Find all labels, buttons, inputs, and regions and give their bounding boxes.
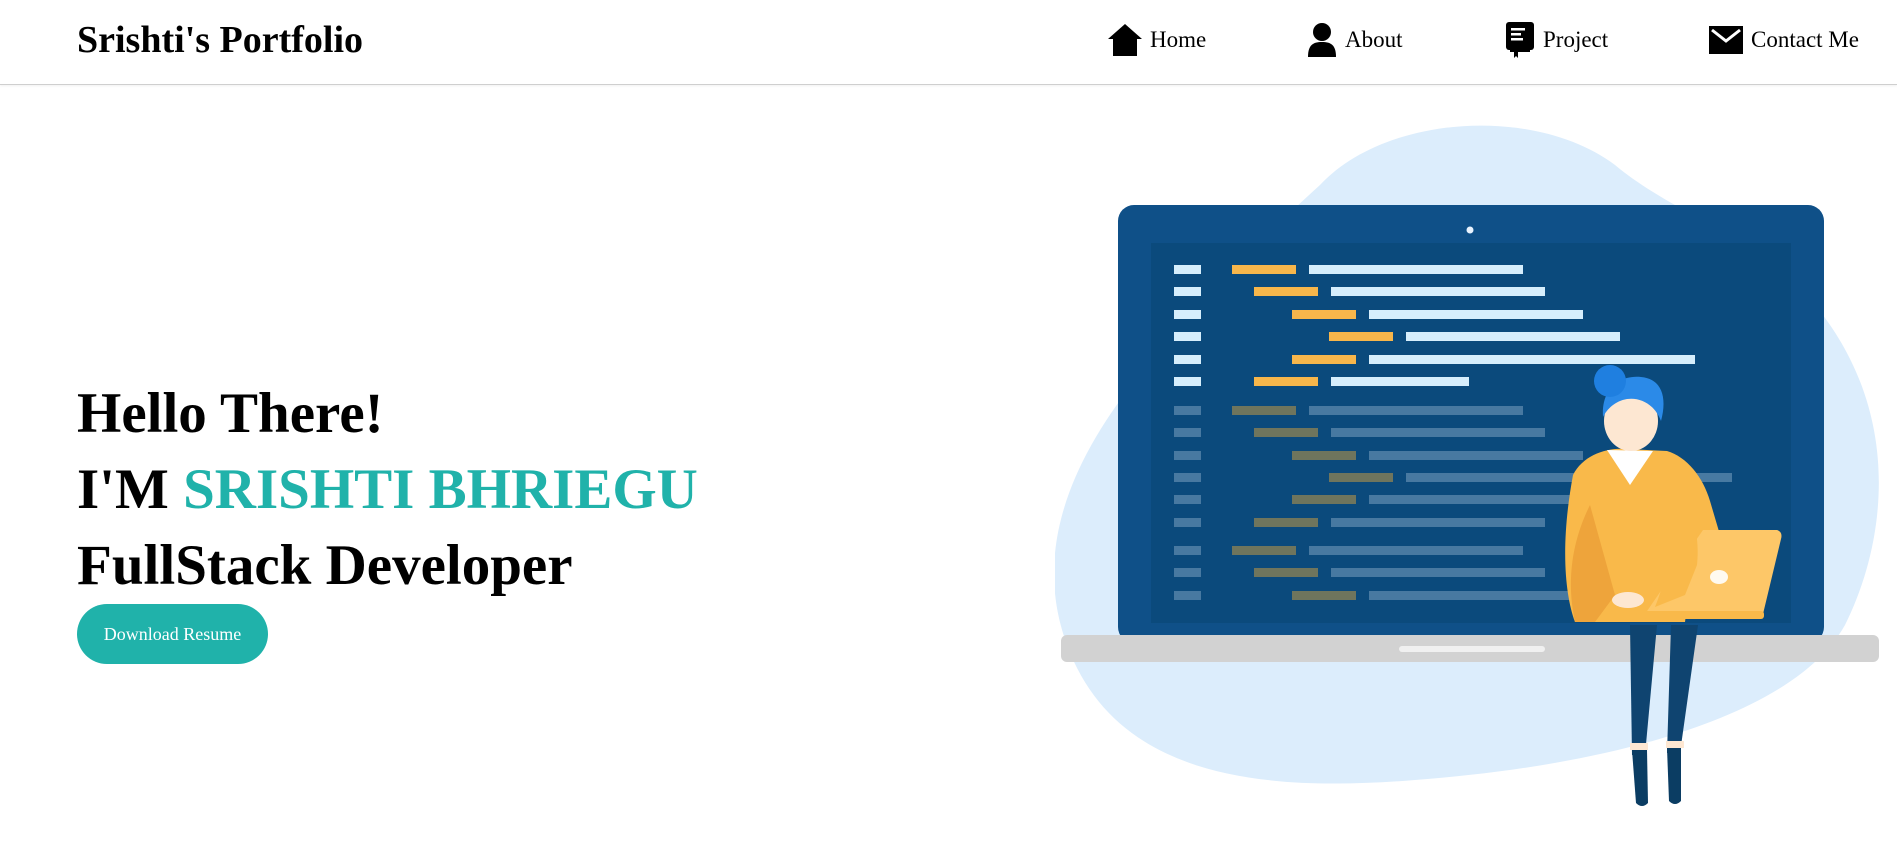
nav-item-project[interactable]: Project bbox=[1505, 22, 1608, 58]
nav-item-about[interactable]: About bbox=[1307, 22, 1403, 58]
hero-intro: I'M SRISHTI BHRIEGU bbox=[77, 452, 698, 528]
hero-greeting: Hello There! bbox=[77, 382, 384, 445]
home-icon bbox=[1108, 24, 1142, 56]
hero-name: SRISHTI BHRIEGU bbox=[183, 458, 698, 521]
hair-bun bbox=[1594, 365, 1626, 397]
user-icon bbox=[1307, 23, 1337, 57]
hero-intro-prefix: I'M bbox=[77, 458, 169, 521]
nav-label-about: About bbox=[1345, 27, 1403, 52]
developer-illustration bbox=[1054, 125, 1885, 815]
illustration-svg bbox=[1054, 125, 1879, 806]
nav-item-contact[interactable]: Contact Me bbox=[1709, 22, 1859, 58]
hero-role: FullStack Developer bbox=[77, 534, 573, 597]
download-resume-button[interactable]: Download Resume bbox=[77, 604, 268, 664]
brand-title[interactable]: Srishti's Portfolio bbox=[77, 18, 363, 62]
navbar: Srishti's Portfolio Home About Project C… bbox=[0, 0, 1897, 85]
nav-label-contact: Contact Me bbox=[1751, 27, 1859, 52]
nav-label-project: Project bbox=[1543, 27, 1609, 52]
book-icon bbox=[1505, 22, 1535, 58]
hero-section: Hello There! I'M SRISHTI BHRIEGU FullSta… bbox=[77, 376, 698, 604]
laptop-base-notch bbox=[1399, 646, 1545, 652]
envelope-icon bbox=[1709, 26, 1743, 54]
nav-label-home: Home bbox=[1150, 27, 1207, 52]
laptop-webcam bbox=[1466, 226, 1474, 234]
nav-item-home[interactable]: Home bbox=[1108, 22, 1206, 58]
